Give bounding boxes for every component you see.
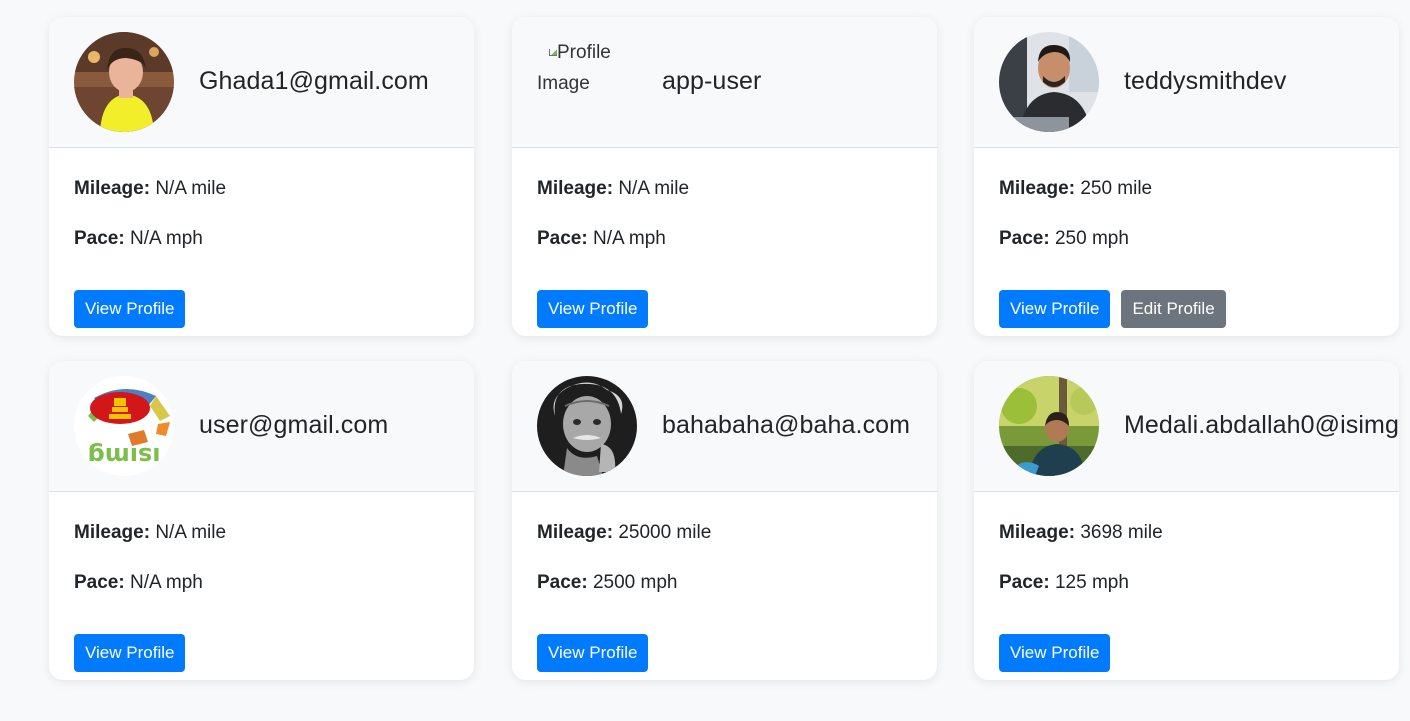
avatar — [999, 376, 1099, 476]
card-actions: View Profile — [537, 290, 659, 328]
card-actions: View Profile — [537, 634, 659, 672]
view-profile-button[interactable]: View Profile — [74, 634, 186, 672]
card-header: ısımg user@gmail.com — [49, 361, 474, 492]
username: Medali.abdallah0@isimg.tn — [1124, 411, 1399, 439]
isimg-logo-icon: ısımg — [74, 376, 174, 476]
pace-label: Pace: — [999, 572, 1050, 593]
username: user@gmail.com — [199, 411, 389, 439]
card-header: Medali.abdallah0@isimg.tn — [974, 361, 1399, 492]
image-alt-line: Image — [537, 73, 590, 94]
username: bahabaha@baha.com — [662, 411, 911, 439]
card-body: Mileage: 250 mile Pace: 250 mph View Pro… — [999, 177, 1399, 328]
mileage-value: 25000 mile — [618, 522, 712, 543]
pace-label: Pace: — [537, 572, 588, 593]
pace-stat: Pace: N/A mph — [537, 227, 937, 277]
profile-photo-icon — [999, 376, 1099, 476]
mileage-stat: Mileage: N/A mile — [74, 177, 474, 227]
user-card: teddysmithdev Mileage: 250 mile Pace: 25… — [974, 17, 1399, 336]
view-profile-button[interactable]: View Profile — [999, 290, 1111, 328]
broken-image-icon — [549, 49, 557, 56]
pace-label: Pace: — [74, 228, 125, 249]
mileage-stat: Mileage: N/A mile — [537, 177, 937, 227]
mileage-label: Mileage: — [74, 178, 151, 199]
image-alt-line: Profile — [537, 37, 637, 68]
edit-profile-button[interactable]: Edit Profile — [1121, 290, 1226, 328]
pace-value: N/A mph — [592, 228, 666, 249]
view-profile-button[interactable]: View Profile — [537, 290, 649, 328]
card-actions: View Profile — [74, 290, 196, 328]
avatar: ısımg — [74, 376, 174, 476]
pace-stat: Pace: N/A mph — [74, 227, 474, 277]
broken-image: Profile Image — [537, 37, 637, 97]
view-profile-button[interactable]: View Profile — [74, 290, 186, 328]
username: teddysmithdev — [1124, 67, 1287, 95]
mileage-value: 3698 mile — [1080, 522, 1163, 543]
profile-photo-icon — [537, 376, 637, 476]
card-header: Ghada1@gmail.com — [49, 17, 474, 148]
pace-value: 2500 mph — [592, 572, 678, 593]
pace-value: 250 mph — [1054, 228, 1129, 249]
pace-label: Pace: — [999, 228, 1050, 249]
view-profile-button[interactable]: View Profile — [537, 634, 649, 672]
logo-text: ısımg — [88, 442, 161, 470]
user-card: ısımg user@gmail.com Mileage: N/A mile P… — [49, 361, 474, 680]
card-body: Mileage: 3698 mile Pace: 125 mph View Pr… — [999, 521, 1399, 672]
user-card: bahabaha@baha.com Mileage: 25000 mile Pa… — [512, 361, 937, 680]
user-card: Profile Image app-user Mileage: N/A mile… — [512, 17, 937, 336]
avatar — [74, 32, 174, 132]
avatar — [537, 376, 637, 476]
profile-photo-icon — [74, 32, 174, 132]
pace-stat: Pace: N/A mph — [74, 571, 474, 621]
pace-stat: Pace: 2500 mph — [537, 571, 937, 621]
pace-value: N/A mph — [129, 228, 203, 249]
card-actions: View Profile Edit Profile — [999, 290, 1237, 328]
card-body: Mileage: N/A mile Pace: N/A mph View Pro… — [74, 177, 474, 328]
user-card: Ghada1@gmail.com Mileage: N/A mile Pace:… — [49, 17, 474, 336]
username: app-user — [662, 67, 762, 95]
user-card-grid: Ghada1@gmail.com Mileage: N/A mile Pace:… — [0, 0, 1410, 721]
pace-stat: Pace: 250 mph — [999, 227, 1399, 277]
mileage-value: N/A mile — [618, 178, 690, 199]
card-header: Profile Image app-user — [512, 17, 937, 148]
username: Ghada1@gmail.com — [199, 67, 429, 95]
view-profile-button[interactable]: View Profile — [999, 634, 1111, 672]
card-header: bahabaha@baha.com — [512, 361, 937, 492]
pace-label: Pace: — [537, 228, 588, 249]
card-body: Mileage: 25000 mile Pace: 2500 mph View … — [537, 521, 937, 672]
mileage-label: Mileage: — [537, 178, 614, 199]
card-body: Mileage: N/A mile Pace: N/A mph View Pro… — [537, 177, 937, 328]
mileage-label: Mileage: — [537, 522, 614, 543]
card-actions: View Profile — [999, 634, 1121, 672]
mileage-stat: Mileage: 250 mile — [999, 177, 1399, 227]
mileage-value: N/A mile — [155, 178, 227, 199]
profile-photo-icon — [999, 32, 1099, 132]
pace-value: N/A mph — [129, 572, 203, 593]
card-actions: View Profile — [74, 634, 196, 672]
mileage-stat: Mileage: 25000 mile — [537, 521, 937, 571]
avatar — [999, 32, 1099, 132]
user-card: Medali.abdallah0@isimg.tn Mileage: 3698 … — [974, 361, 1399, 680]
mileage-stat: Mileage: N/A mile — [74, 521, 474, 571]
card-body: Mileage: N/A mile Pace: N/A mph View Pro… — [74, 521, 474, 672]
mileage-label: Mileage: — [999, 522, 1076, 543]
mileage-value: N/A mile — [155, 522, 227, 543]
mileage-label: Mileage: — [999, 178, 1076, 199]
pace-value: 125 mph — [1054, 572, 1129, 593]
pace-stat: Pace: 125 mph — [999, 571, 1399, 621]
mileage-label: Mileage: — [74, 522, 151, 543]
mileage-stat: Mileage: 3698 mile — [999, 521, 1399, 571]
pace-label: Pace: — [74, 572, 125, 593]
mileage-value: 250 mile — [1080, 178, 1153, 199]
card-header: teddysmithdev — [974, 17, 1399, 148]
